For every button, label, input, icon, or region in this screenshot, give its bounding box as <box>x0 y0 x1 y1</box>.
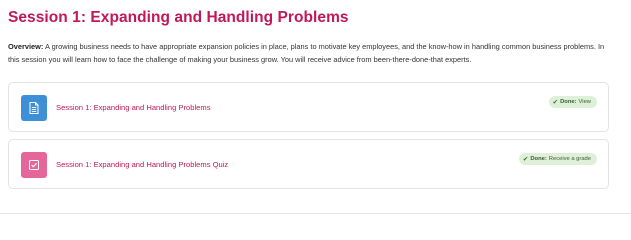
completion-label: Done: <box>560 99 577 105</box>
check-icon: ✔ <box>522 156 529 163</box>
activity-link-quiz[interactable]: Session 1: Expanding and Handling Proble… <box>56 160 228 169</box>
section-title: Session 1: Expanding and Handling Proble… <box>8 9 349 26</box>
section-divider <box>0 213 631 214</box>
section-summary: Overview: A growing business needs to ha… <box>8 41 613 66</box>
course-section: Session 1: Expanding and Handling Proble… <box>0 0 631 220</box>
activity-link-page[interactable]: Session 1: Expanding and Handling Proble… <box>56 103 211 112</box>
quiz-icon[interactable] <box>21 152 47 178</box>
overview-text: A growing business needs to have appropr… <box>8 42 605 64</box>
check-icon: ✔ <box>552 99 559 106</box>
completion-label: Done: <box>530 156 547 162</box>
completion-badge-grade: ✔ Done: Receive a grade <box>518 153 597 165</box>
page-icon[interactable] <box>21 95 47 121</box>
activity-item-quiz: Session 1: Expanding and Handling Proble… <box>8 139 609 189</box>
activity-item-page: Session 1: Expanding and Handling Proble… <box>8 82 609 132</box>
completion-text: View <box>578 99 591 105</box>
overview-label: Overview: <box>8 42 44 51</box>
completion-text: Receive a grade <box>548 156 591 162</box>
completion-badge-view: ✔ Done: View <box>548 96 597 108</box>
